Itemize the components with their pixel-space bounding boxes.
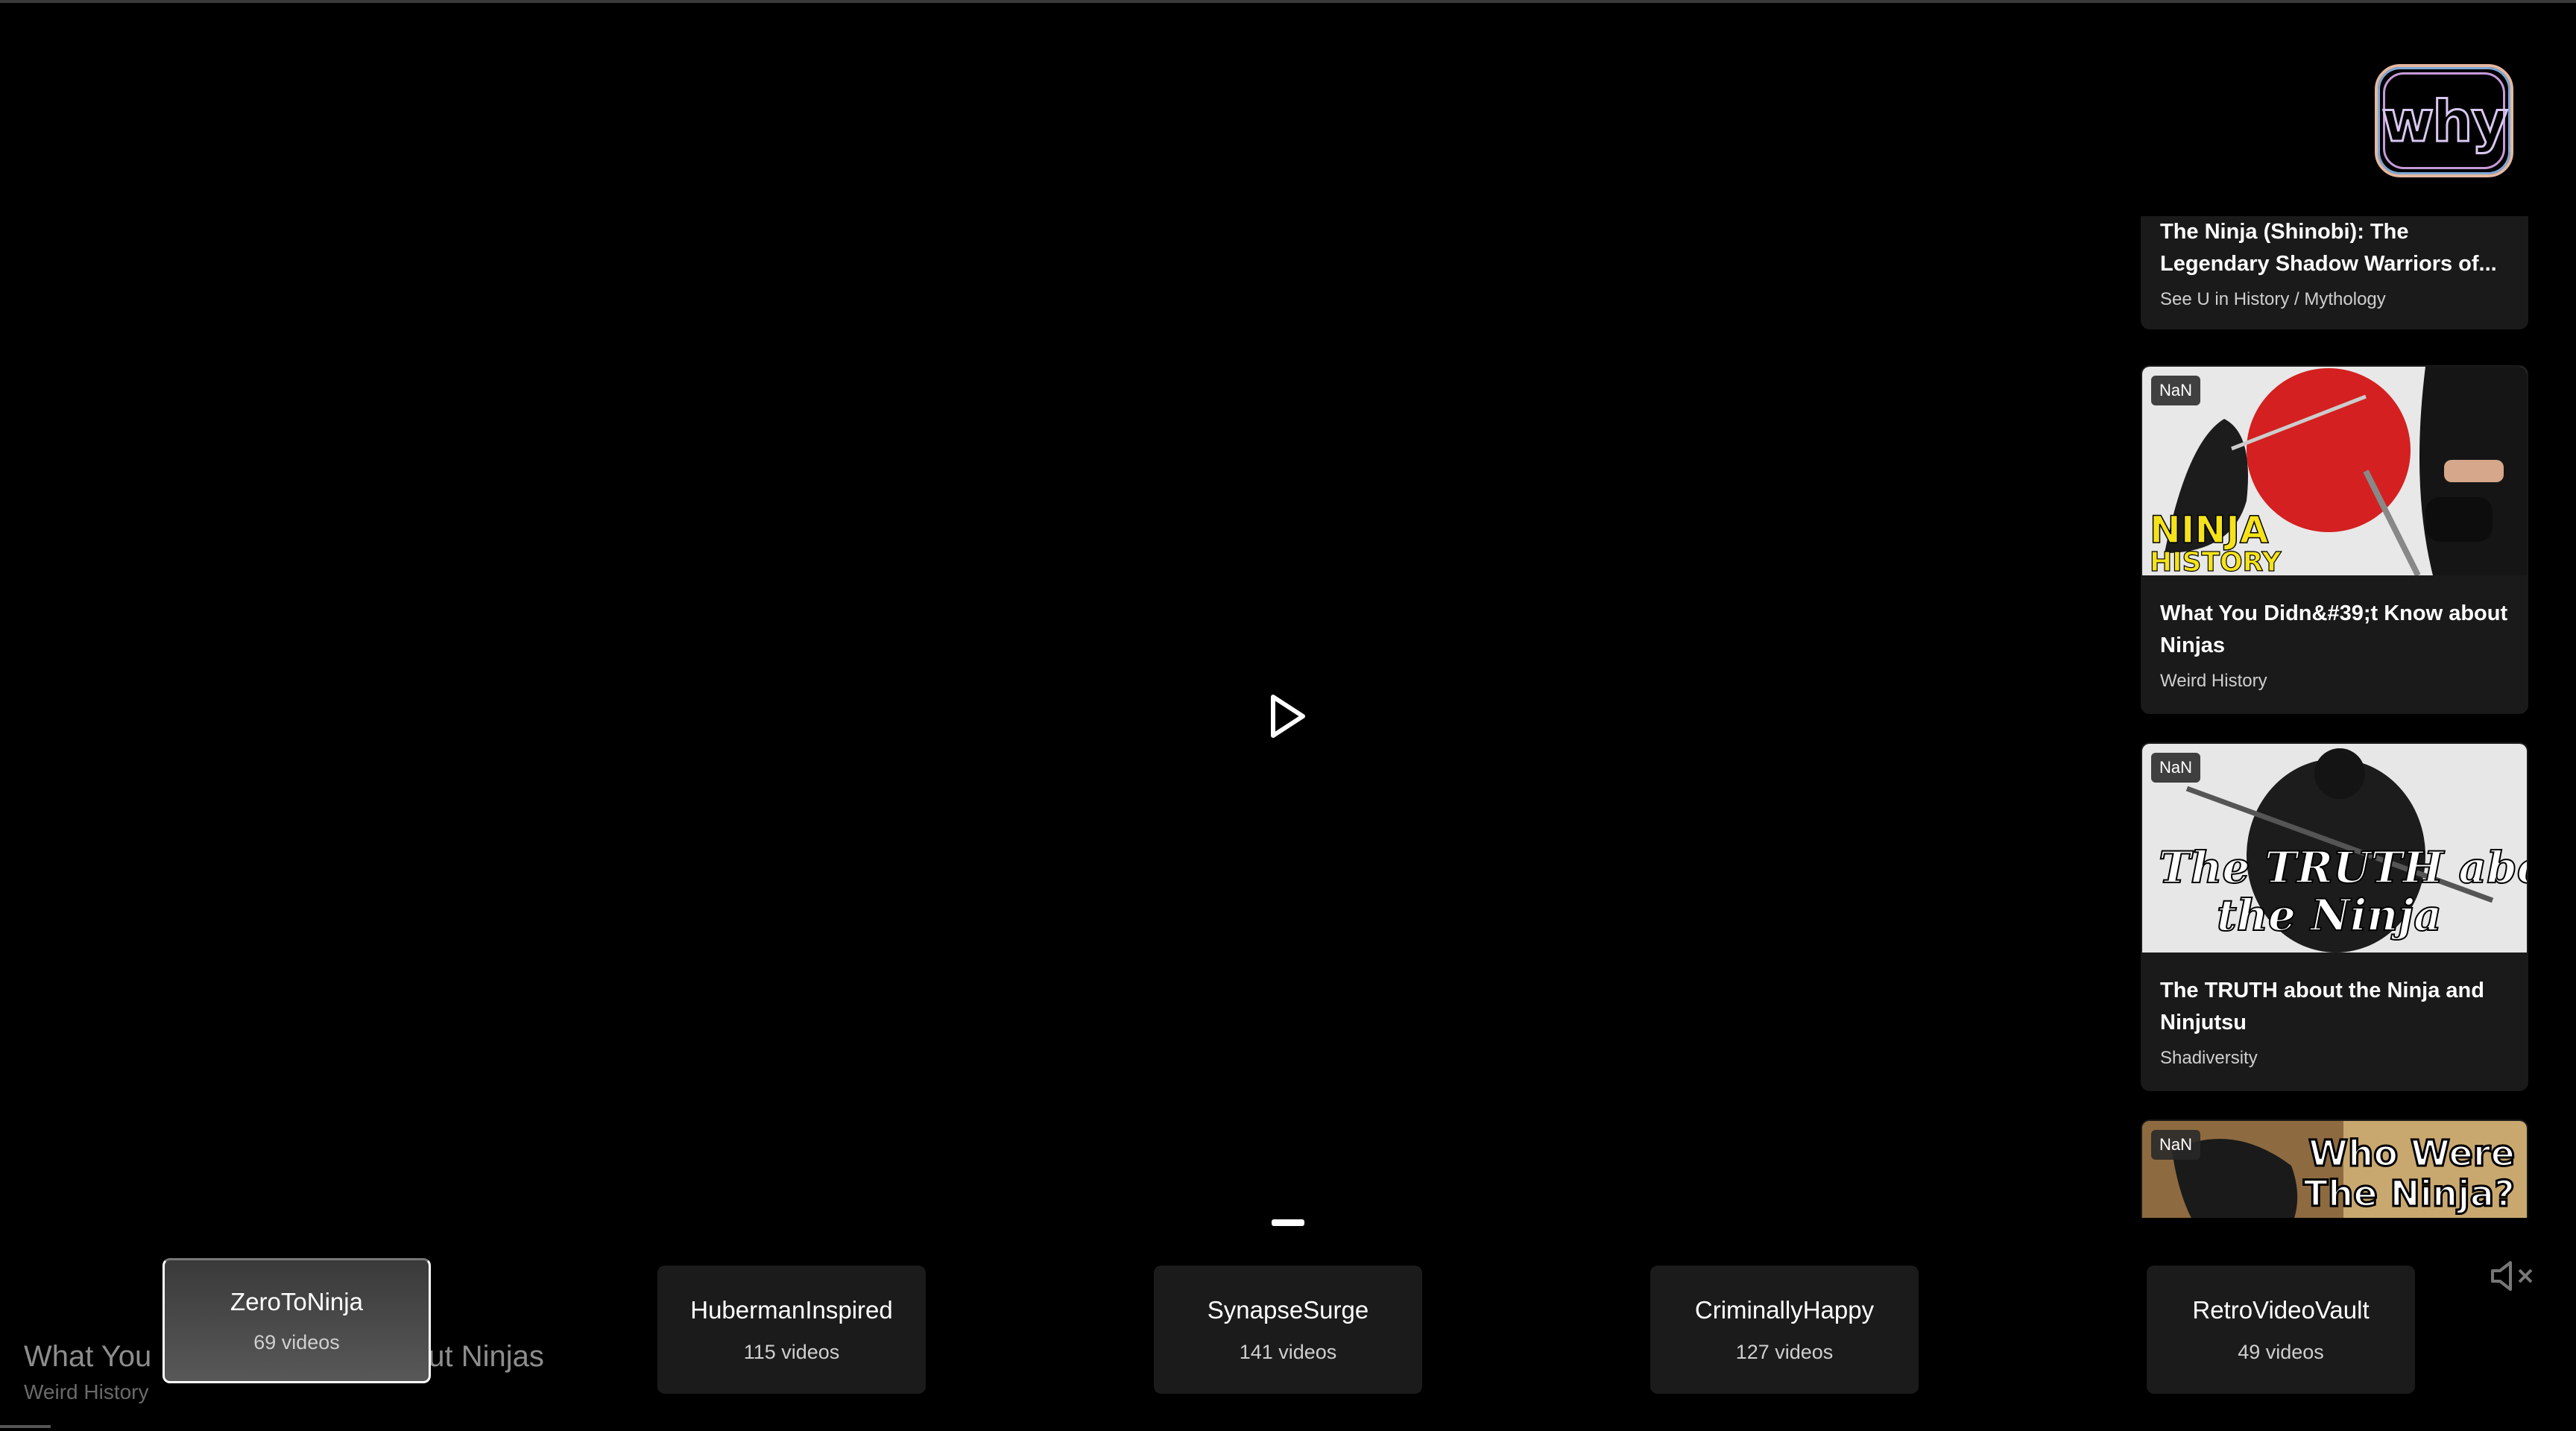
feed-card-title: The TRUTH about the Ninja and Ninjutsu [2160,979,2484,1034]
thumb-text-1: Who Were [2308,1133,2515,1175]
thumbnail: NINJA HISTORY NaN [2142,367,2527,575]
thumb-text-1: NINJA [2150,508,2269,552]
thumb-text-1: The TRUTH about [2159,842,2527,893]
logo-inner-frame: why [2381,72,2510,169]
feed-card-channel: Weird History [2160,671,2267,691]
logo-text: why [2381,86,2510,155]
feed-card-channel: See U in History / Mythology [2160,289,2386,309]
thumbnail: Who Were The Ninja? NaN [2142,1121,2527,1218]
channel-name: SynapseSurge [1207,1295,1369,1324]
channel-card[interactable]: HubermanInspired 115 videos [657,1266,926,1394]
feed-card[interactable]: NINJA HISTORY NaN What You Didn&#39;t Kn… [2141,365,2528,714]
channel-bar: ZeroToNinja 69 videos HubermanInspired 1… [0,1258,2576,1398]
feed-card-title: What You Didn&#39;t Know about Ninjas [2160,601,2508,657]
channel-name: CriminallyHappy [1694,1295,1875,1324]
thumbnail: The TRUTH about the Ninja NaN [2142,744,2527,953]
feed-card[interactable]: Who Were The Ninja? NaN [2141,1119,2528,1218]
video-progress-bar[interactable] [0,1425,51,1428]
channel-video-count: 115 videos [743,1340,840,1363]
channel-name: HubermanInspired [690,1295,893,1324]
channel-card-active[interactable]: ZeroToNinja 69 videos [162,1258,431,1383]
channel-name: ZeroToNinja [230,1287,363,1315]
drag-handle[interactable] [1272,1219,1304,1226]
feed-card[interactable]: The Ninja (Shinobi): The Legendary Shado… [2141,216,2528,329]
why-logo[interactable]: why [2375,64,2513,177]
channel-video-count: 49 videos [2238,1340,2324,1363]
channel-video-count: 141 videos [1239,1340,1337,1363]
channel-card[interactable]: CriminallyHappy 127 videos [1650,1266,1919,1394]
top-progress-line [0,0,2576,3]
duration-badge: NaN [2151,753,2201,783]
feed-card[interactable]: The TRUTH about the Ninja NaN The TRUTH … [2141,742,2528,1091]
video-feed[interactable]: The Ninja (Shinobi): The Legendary Shado… [2141,216,2528,1218]
thumb-text-2: the Ninja [2217,890,2442,941]
channel-video-count: 127 videos [1735,1340,1834,1363]
feed-card-channel: Shadiversity [2160,1048,2258,1068]
channel-card[interactable]: SynapseSurge 141 videos [1154,1266,1422,1394]
play-icon[interactable] [1269,693,1307,739]
channel-card[interactable]: RetroVideoVault 49 videos [2147,1266,2415,1394]
channel-name: RetroVideoVault [2192,1295,2370,1324]
channel-video-count: 69 videos [253,1330,340,1353]
feed-card-title: The Ninja (Shinobi): The Legendary Shado… [2160,220,2497,276]
duration-badge: NaN [2151,1130,2201,1160]
duration-badge: NaN [2151,376,2201,405]
thumb-text-2: The Ninja? [2303,1173,2515,1215]
thumb-text-2: HISTORY [2150,547,2282,575]
